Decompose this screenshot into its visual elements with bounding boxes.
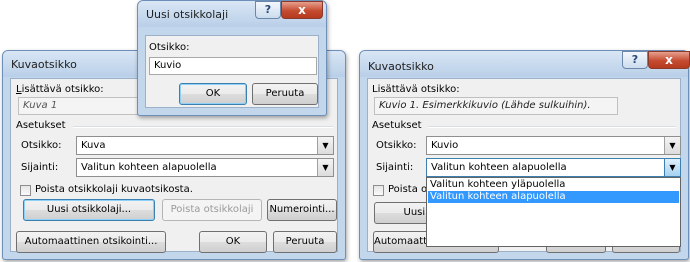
close-icon: x bbox=[665, 53, 673, 67]
caption-label: Lisättävä otsikko: bbox=[16, 84, 104, 95]
new-label-button[interactable]: Uusi otsikkolaji... bbox=[23, 199, 155, 221]
settings-divider bbox=[73, 126, 333, 128]
numbering-button[interactable]: Numerointi... bbox=[267, 199, 337, 221]
chevron-down-icon[interactable]: ▼ bbox=[664, 159, 680, 176]
caption-field[interactable]: Kuva 1 bbox=[18, 97, 138, 115]
caption-dialog-right: Kuvaotsikko ? x Lisättävä otsikko: Kuvio… bbox=[359, 50, 690, 260]
label-combobox-value: Kuvio bbox=[431, 140, 459, 151]
caption-label: Lisättävä otsikko: bbox=[372, 84, 460, 95]
label-label: Otsikko: bbox=[149, 42, 190, 53]
exclude-label-checkbox[interactable] bbox=[373, 185, 384, 196]
dialog-body: Lisättävä otsikko: Kuvio 1. Esimerkkikuv… bbox=[367, 78, 681, 253]
close-icon: x bbox=[298, 3, 306, 17]
settings-divider bbox=[428, 126, 676, 128]
position-combobox-value: Valitun kohteen alapuolella bbox=[81, 162, 217, 173]
settings-group-label: Asetukset bbox=[372, 120, 422, 131]
dialog-title: Kuvaotsikko bbox=[368, 60, 434, 73]
label-label: Otsikko: bbox=[21, 140, 62, 151]
settings-group-label: Asetukset bbox=[16, 120, 66, 131]
position-option-below[interactable]: Valitun kohteen alapuolella bbox=[428, 191, 679, 203]
label-label: Otsikko: bbox=[376, 140, 417, 151]
exclude-label-checkbox[interactable] bbox=[20, 185, 31, 196]
exclude-label-text: Poista otsikkolaji kuvaotsikosta. bbox=[35, 184, 193, 195]
ok-button[interactable]: OK bbox=[199, 231, 267, 253]
chevron-down-icon[interactable]: ▼ bbox=[317, 137, 333, 154]
ok-button[interactable]: OK bbox=[179, 83, 247, 105]
position-dropdown-list: Valitun kohteen yläpuolella Valitun koht… bbox=[426, 177, 681, 247]
label-combobox[interactable]: Kuvio ▼ bbox=[426, 136, 681, 155]
dialog-title: Uusi otsikkolaji bbox=[146, 8, 229, 21]
close-button[interactable]: x bbox=[281, 1, 323, 19]
chevron-down-icon[interactable]: ▼ bbox=[664, 137, 680, 154]
label-combobox[interactable]: Kuva ▼ bbox=[76, 136, 334, 155]
label-combobox-value: Kuva bbox=[81, 140, 106, 151]
chevron-down-icon[interactable]: ▼ bbox=[317, 159, 333, 176]
caption-field[interactable]: Kuvio 1. Esimerkkikuvio (Lähde sulkuihin… bbox=[374, 97, 618, 115]
position-combobox-value: Valitun kohteen alapuolella bbox=[431, 162, 567, 173]
label-input[interactable]: Kuvio bbox=[149, 57, 317, 75]
help-icon: ? bbox=[631, 53, 639, 66]
dialog-title: Kuvaotsikko bbox=[11, 58, 77, 71]
caption-label-text: isättävä otsikko: bbox=[21, 84, 104, 95]
autocaption-button[interactable]: Automaattinen otsikointi... bbox=[16, 231, 166, 253]
position-label: Sijainti: bbox=[376, 162, 414, 173]
delete-label-button[interactable]: Poista otsikkolaji bbox=[162, 199, 262, 221]
dialog-body: Otsikko: Kuvio OK Peruuta bbox=[145, 35, 319, 108]
help-button[interactable]: ? bbox=[622, 51, 648, 69]
position-label: Sijainti: bbox=[21, 162, 59, 173]
help-button[interactable]: ? bbox=[255, 1, 281, 19]
position-combobox[interactable]: Valitun kohteen alapuolella ▼ bbox=[426, 158, 681, 177]
cancel-button[interactable]: Peruuta bbox=[252, 83, 318, 105]
position-option-above[interactable]: Valitun kohteen yläpuolella bbox=[428, 179, 679, 191]
help-icon: ? bbox=[264, 3, 272, 16]
new-label-dialog: Uusi otsikkolaji ? x Otsikko: Kuvio OK P… bbox=[137, 0, 327, 116]
close-button[interactable]: x bbox=[648, 51, 690, 69]
cancel-button[interactable]: Peruuta bbox=[273, 231, 337, 253]
position-combobox[interactable]: Valitun kohteen alapuolella ▼ bbox=[76, 158, 334, 177]
exclude-label-text: Poista o bbox=[388, 184, 428, 195]
